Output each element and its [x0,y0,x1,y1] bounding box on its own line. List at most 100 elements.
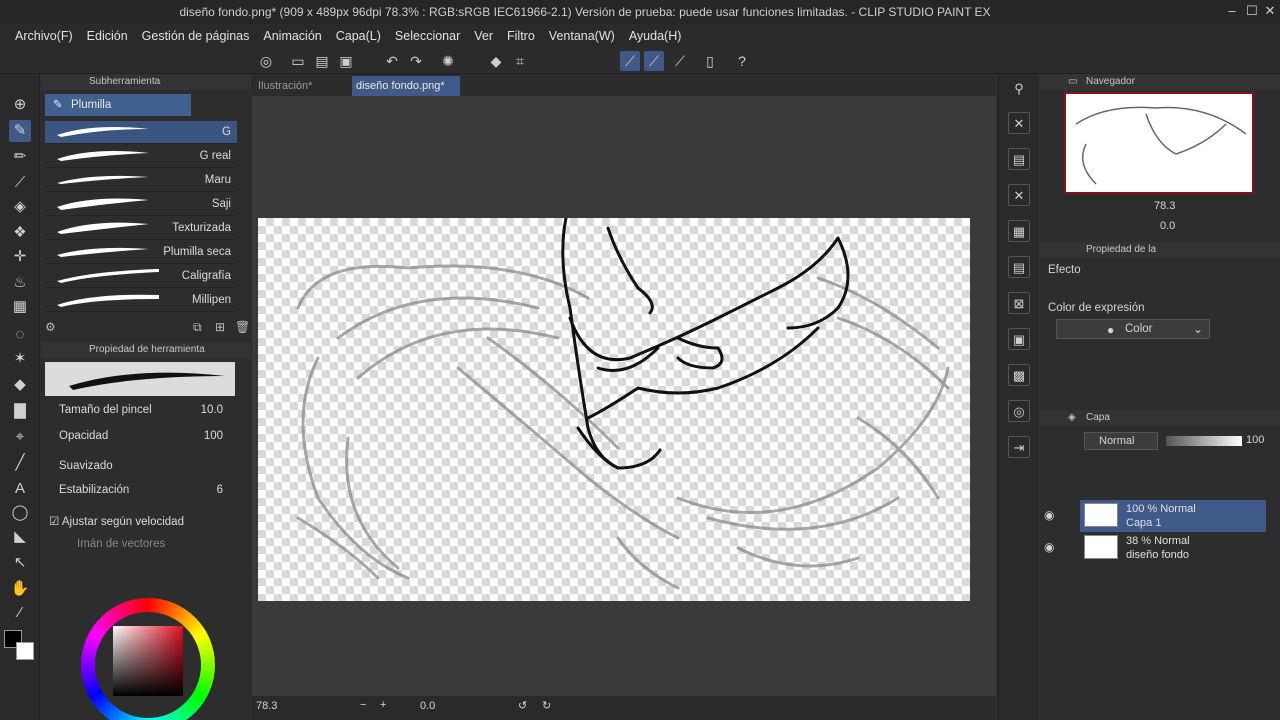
menu-ver[interactable]: Ver [467,29,500,43]
menu-ayuda[interactable]: Ayuda(H) [622,29,689,43]
panel-icon-4[interactable]: ▦ [1008,220,1030,242]
hand-tool-icon[interactable]: ✋ [9,578,31,600]
save-icon[interactable]: ▣ [336,51,356,71]
guide-icon[interactable]: ▯ [700,51,720,71]
correct-line-icon[interactable]: ◣ [9,526,31,548]
text-tool-icon[interactable]: A [9,478,31,500]
navigator-preview[interactable] [1064,92,1254,194]
eye-icon[interactable]: ◉ [1044,540,1060,554]
new-subtool-icon[interactable]: ⊞ [215,320,225,334]
brush-item[interactable]: Texturizada [45,217,237,240]
menu-filtro[interactable]: Filtro [500,29,542,43]
expression-color-select[interactable]: ● Color ⌄ [1056,319,1210,339]
eye-icon[interactable]: ◉ [1044,508,1060,522]
transform-icon[interactable]: ⌗ [510,51,530,71]
tab-ilustracion[interactable]: Ilustración* [254,76,352,96]
delete-subtool-icon[interactable]: 🗑 [235,320,250,334]
brush-item[interactable]: Plumilla seca [45,241,237,264]
navigator-zoom[interactable]: 78.3 [1154,200,1175,212]
checkbox-icon[interactable]: ☑ [49,516,62,528]
zoom-out-icon[interactable]: − [360,699,366,711]
menu-capa[interactable]: Capa(L) [329,29,388,43]
minimize-button[interactable]: – [1222,3,1242,21]
brush-item[interactable]: Caligrafía [45,265,237,288]
drawing-canvas[interactable] [258,218,970,601]
rotate-left-icon[interactable]: ↺ [518,699,527,712]
decoration-tool-icon[interactable]: ❖ [9,222,31,244]
sub-color-swatch[interactable] [16,642,34,660]
object-tool-icon[interactable]: ↖ [9,552,31,574]
brush-item[interactable]: Millipen [45,289,237,312]
snap-ruler-icon[interactable]: ⟋ [620,51,640,71]
undo-icon[interactable]: ↶ [382,51,402,71]
panel-icon-1[interactable]: ✕ [1008,112,1030,134]
pencil-tool-icon[interactable]: ✏ [9,146,31,168]
brush-item[interactable]: Saji [45,193,237,216]
rotate-right-icon[interactable]: ↻ [542,699,551,712]
subtool-group-tab[interactable]: ✎ Plumilla [45,94,191,116]
open-file-icon[interactable]: ▤ [312,51,332,71]
angle-readout[interactable]: 0.0 [420,700,435,712]
stabilization-row[interactable]: Estabilización 6 [59,484,229,506]
layer-opacity-slider[interactable] [1166,436,1242,446]
menu-archivo[interactable]: Archivo(F) [8,29,80,43]
lasso-tool-icon[interactable]: ◌ [9,324,31,346]
menu-gestion-paginas[interactable]: Gestión de páginas [135,29,257,43]
panel-icon-2[interactable]: ▤ [1008,148,1030,170]
brush-tool-icon[interactable]: ⟋ [9,172,31,194]
color-square[interactable] [113,626,183,696]
new-file-icon[interactable]: ▭ [288,51,308,71]
eyedropper-icon[interactable]: ⁄ [9,602,31,624]
blend-mode-select[interactable]: Normal [1084,432,1158,450]
panel-icon-9[interactable]: ◎ [1008,400,1030,422]
frame-tool-icon[interactable]: ▦ [9,296,31,318]
gradient-tool-icon[interactable]: ▇ [9,400,31,422]
color-wheel[interactable] [81,598,215,720]
help-icon[interactable]: ? [732,51,752,71]
blend-tool-icon[interactable]: ♨ [9,272,31,294]
brush-item[interactable]: Maru [45,169,237,192]
zoom-readout[interactable]: 78.3 [256,700,277,712]
loading-icon[interactable]: ✺ [438,51,458,71]
subtool-settings-icon[interactable]: ⚙ [45,320,56,334]
panel-icon-10[interactable]: ⇥ [1008,436,1030,458]
menu-seleccionar[interactable]: Seleccionar [388,29,467,43]
menu-animacion[interactable]: Animación [256,29,328,43]
brush-item[interactable]: G [45,121,237,144]
menu-ventana[interactable]: Ventana(W) [542,29,622,43]
layer-row[interactable]: 100 % Normal Capa 1 [1080,500,1266,532]
smoothing-row[interactable]: Suavizado [59,460,229,482]
redo-icon[interactable]: ↷ [406,51,426,71]
magic-wand-icon[interactable]: ✶ [9,348,31,370]
move-tool-icon[interactable]: ✛ [9,246,31,268]
panel-icon-3[interactable]: ✕ [1008,184,1030,206]
eraser-tool-icon[interactable]: ◈ [9,196,31,218]
speed-checkbox-row[interactable]: ☑ Ajustar según velocidad [49,514,219,536]
navigator-angle[interactable]: 0.0 [1160,220,1175,232]
maximize-button[interactable]: ☐ [1242,3,1262,21]
panel-icon-8[interactable]: ▩ [1008,364,1030,386]
brush-item[interactable]: G real [45,145,237,168]
pen-tool-icon[interactable]: ✎ [9,120,31,142]
opacity-row[interactable]: Opacidad 100 [59,430,229,452]
search-icon[interactable]: ⚲ [1008,78,1030,100]
zoom-in-icon[interactable]: + [380,699,386,711]
ruler-icon[interactable]: ⟋ [670,51,690,71]
fill-icon[interactable]: ◆ [486,51,506,71]
tab-diseno-fondo[interactable]: diseño fondo.png* [352,76,460,96]
copy-subtool-icon[interactable]: ⧉ [193,320,202,335]
clip-studio-icon[interactable]: ◎ [256,51,276,71]
panel-icon-5[interactable]: ▤ [1008,256,1030,278]
zoom-tool-icon[interactable]: ⊕ [9,94,31,116]
brush-size-row[interactable]: Tamaño del pincel 10.0 [59,404,229,426]
layer-opacity-value[interactable]: 100 [1246,434,1264,446]
operation-tool-icon[interactable]: ⌖ [9,426,31,448]
panel-icon-6[interactable]: ⊠ [1008,292,1030,314]
bucket-tool-icon[interactable]: ◆ [9,374,31,396]
line-tool-icon[interactable]: ╱ [9,452,31,474]
snap-special-icon[interactable]: ⟋ [644,51,664,71]
balloon-tool-icon[interactable]: ◯ [9,502,31,524]
menu-edicion[interactable]: Edición [80,29,135,43]
layer-row[interactable]: 38 % Normal diseño fondo [1080,532,1266,564]
panel-icon-7[interactable]: ▣ [1008,328,1030,350]
